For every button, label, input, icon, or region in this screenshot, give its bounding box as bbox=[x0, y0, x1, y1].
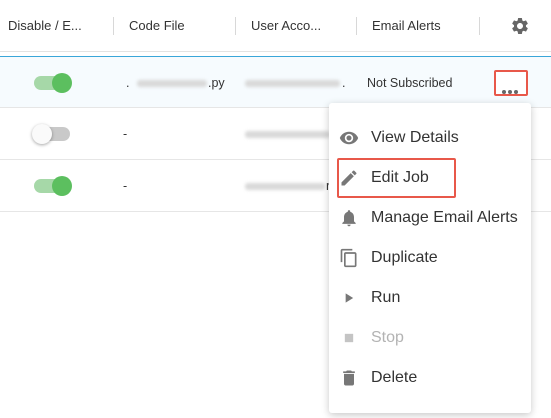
code-file-cell: . bbox=[126, 76, 130, 90]
toggle-knob bbox=[52, 176, 72, 196]
menu-item-stop: Stop bbox=[329, 318, 531, 358]
toggle-knob bbox=[52, 73, 72, 93]
redacted-text bbox=[137, 80, 207, 87]
redacted-text bbox=[245, 183, 325, 190]
menu-item-label: Run bbox=[371, 289, 401, 306]
column-separator[interactable] bbox=[356, 17, 357, 35]
enable-toggle[interactable] bbox=[32, 124, 70, 144]
more-horizontal-icon bbox=[502, 81, 520, 99]
code-file-cell: - bbox=[123, 179, 128, 193]
redacted-text bbox=[245, 80, 340, 87]
menu-item-label: Manage Email Alerts bbox=[371, 209, 518, 226]
eye-icon bbox=[339, 131, 359, 145]
menu-item-view-details[interactable]: View Details bbox=[329, 118, 531, 158]
menu-item-manage-email-alerts[interactable]: Manage Email Alerts bbox=[329, 198, 531, 238]
redacted-text bbox=[245, 131, 330, 138]
column-header-code-file[interactable]: Code File bbox=[129, 0, 185, 52]
menu-item-duplicate[interactable]: Duplicate bbox=[329, 238, 531, 278]
menu-item-label: Duplicate bbox=[371, 249, 438, 266]
menu-item-edit-job[interactable]: Edit Job bbox=[329, 158, 531, 198]
gear-icon[interactable] bbox=[510, 16, 530, 36]
menu-item-label: Edit Job bbox=[371, 169, 429, 186]
column-header-user-account[interactable]: User Acco... bbox=[251, 0, 321, 52]
user-account-suffix: . bbox=[342, 76, 346, 90]
bell-icon bbox=[342, 210, 356, 227]
enable-toggle[interactable] bbox=[34, 176, 72, 196]
menu-item-label: Delete bbox=[371, 369, 418, 386]
copy-icon bbox=[340, 248, 357, 268]
table-row[interactable]: . .py . Not Subscribed bbox=[0, 56, 551, 108]
table-header: Disable / E... Code File User Acco... Em… bbox=[0, 0, 551, 52]
column-header-disable-enable[interactable]: Disable / E... bbox=[8, 0, 82, 52]
stop-icon bbox=[344, 333, 354, 343]
enable-toggle[interactable] bbox=[34, 73, 72, 93]
pencil-icon bbox=[341, 170, 357, 186]
row-actions-menu: View Details Edit Job Manage Email Alert… bbox=[329, 103, 531, 413]
menu-item-run[interactable]: Run bbox=[329, 278, 531, 318]
trash-icon bbox=[343, 370, 355, 386]
column-separator[interactable] bbox=[235, 17, 236, 35]
column-separator[interactable] bbox=[113, 17, 114, 35]
menu-item-label: View Details bbox=[371, 129, 459, 146]
code-file-cell: - bbox=[123, 127, 128, 141]
email-alerts-cell: Not Subscribed bbox=[367, 76, 453, 90]
column-header-email-alerts[interactable]: Email Alerts bbox=[372, 0, 441, 52]
toggle-knob bbox=[32, 124, 52, 144]
column-separator[interactable] bbox=[479, 17, 480, 35]
play-icon bbox=[345, 293, 354, 303]
code-file-suffix: .py bbox=[208, 76, 225, 90]
more-actions-button[interactable] bbox=[494, 70, 528, 96]
menu-item-delete[interactable]: Delete bbox=[329, 358, 531, 398]
menu-item-label: Stop bbox=[371, 329, 404, 346]
